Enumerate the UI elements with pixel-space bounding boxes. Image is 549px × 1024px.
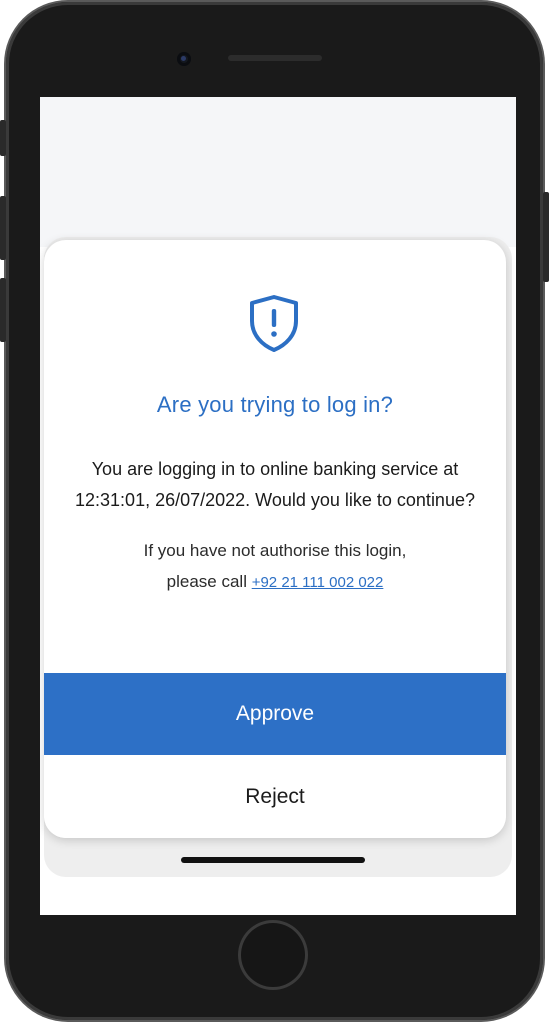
phone-screen: Are you trying to log in? You are loggin… xyxy=(40,97,516,915)
volume-up-button xyxy=(0,196,6,260)
dialog-message: You are logging in to online banking ser… xyxy=(75,459,475,510)
home-indicator-bar[interactable] xyxy=(181,857,365,863)
power-button xyxy=(543,192,549,282)
volume-down-button xyxy=(0,278,6,342)
login-confirmation-dialog: Are you trying to log in? You are loggin… xyxy=(44,240,506,838)
dialog-title: Are you trying to log in? xyxy=(156,392,394,417)
help-text: If you have not authorise this login, pl… xyxy=(64,535,486,598)
help-line-2-prefix: please call xyxy=(166,572,252,591)
mute-switch xyxy=(0,120,6,156)
support-phone-link[interactable]: +92 21 111 002 022 xyxy=(252,574,384,591)
shield-exclamation-icon xyxy=(250,295,298,352)
help-line-2: please call +92 21 111 002 022 xyxy=(64,566,486,598)
front-camera xyxy=(177,52,191,66)
background-app-area xyxy=(40,97,516,247)
reject-button[interactable]: Reject xyxy=(44,755,506,838)
home-button[interactable] xyxy=(238,920,308,990)
earpiece-speaker xyxy=(228,55,322,61)
approve-button[interactable]: Approve xyxy=(44,673,506,755)
help-line-1: If you have not authorise this login, xyxy=(143,541,407,560)
